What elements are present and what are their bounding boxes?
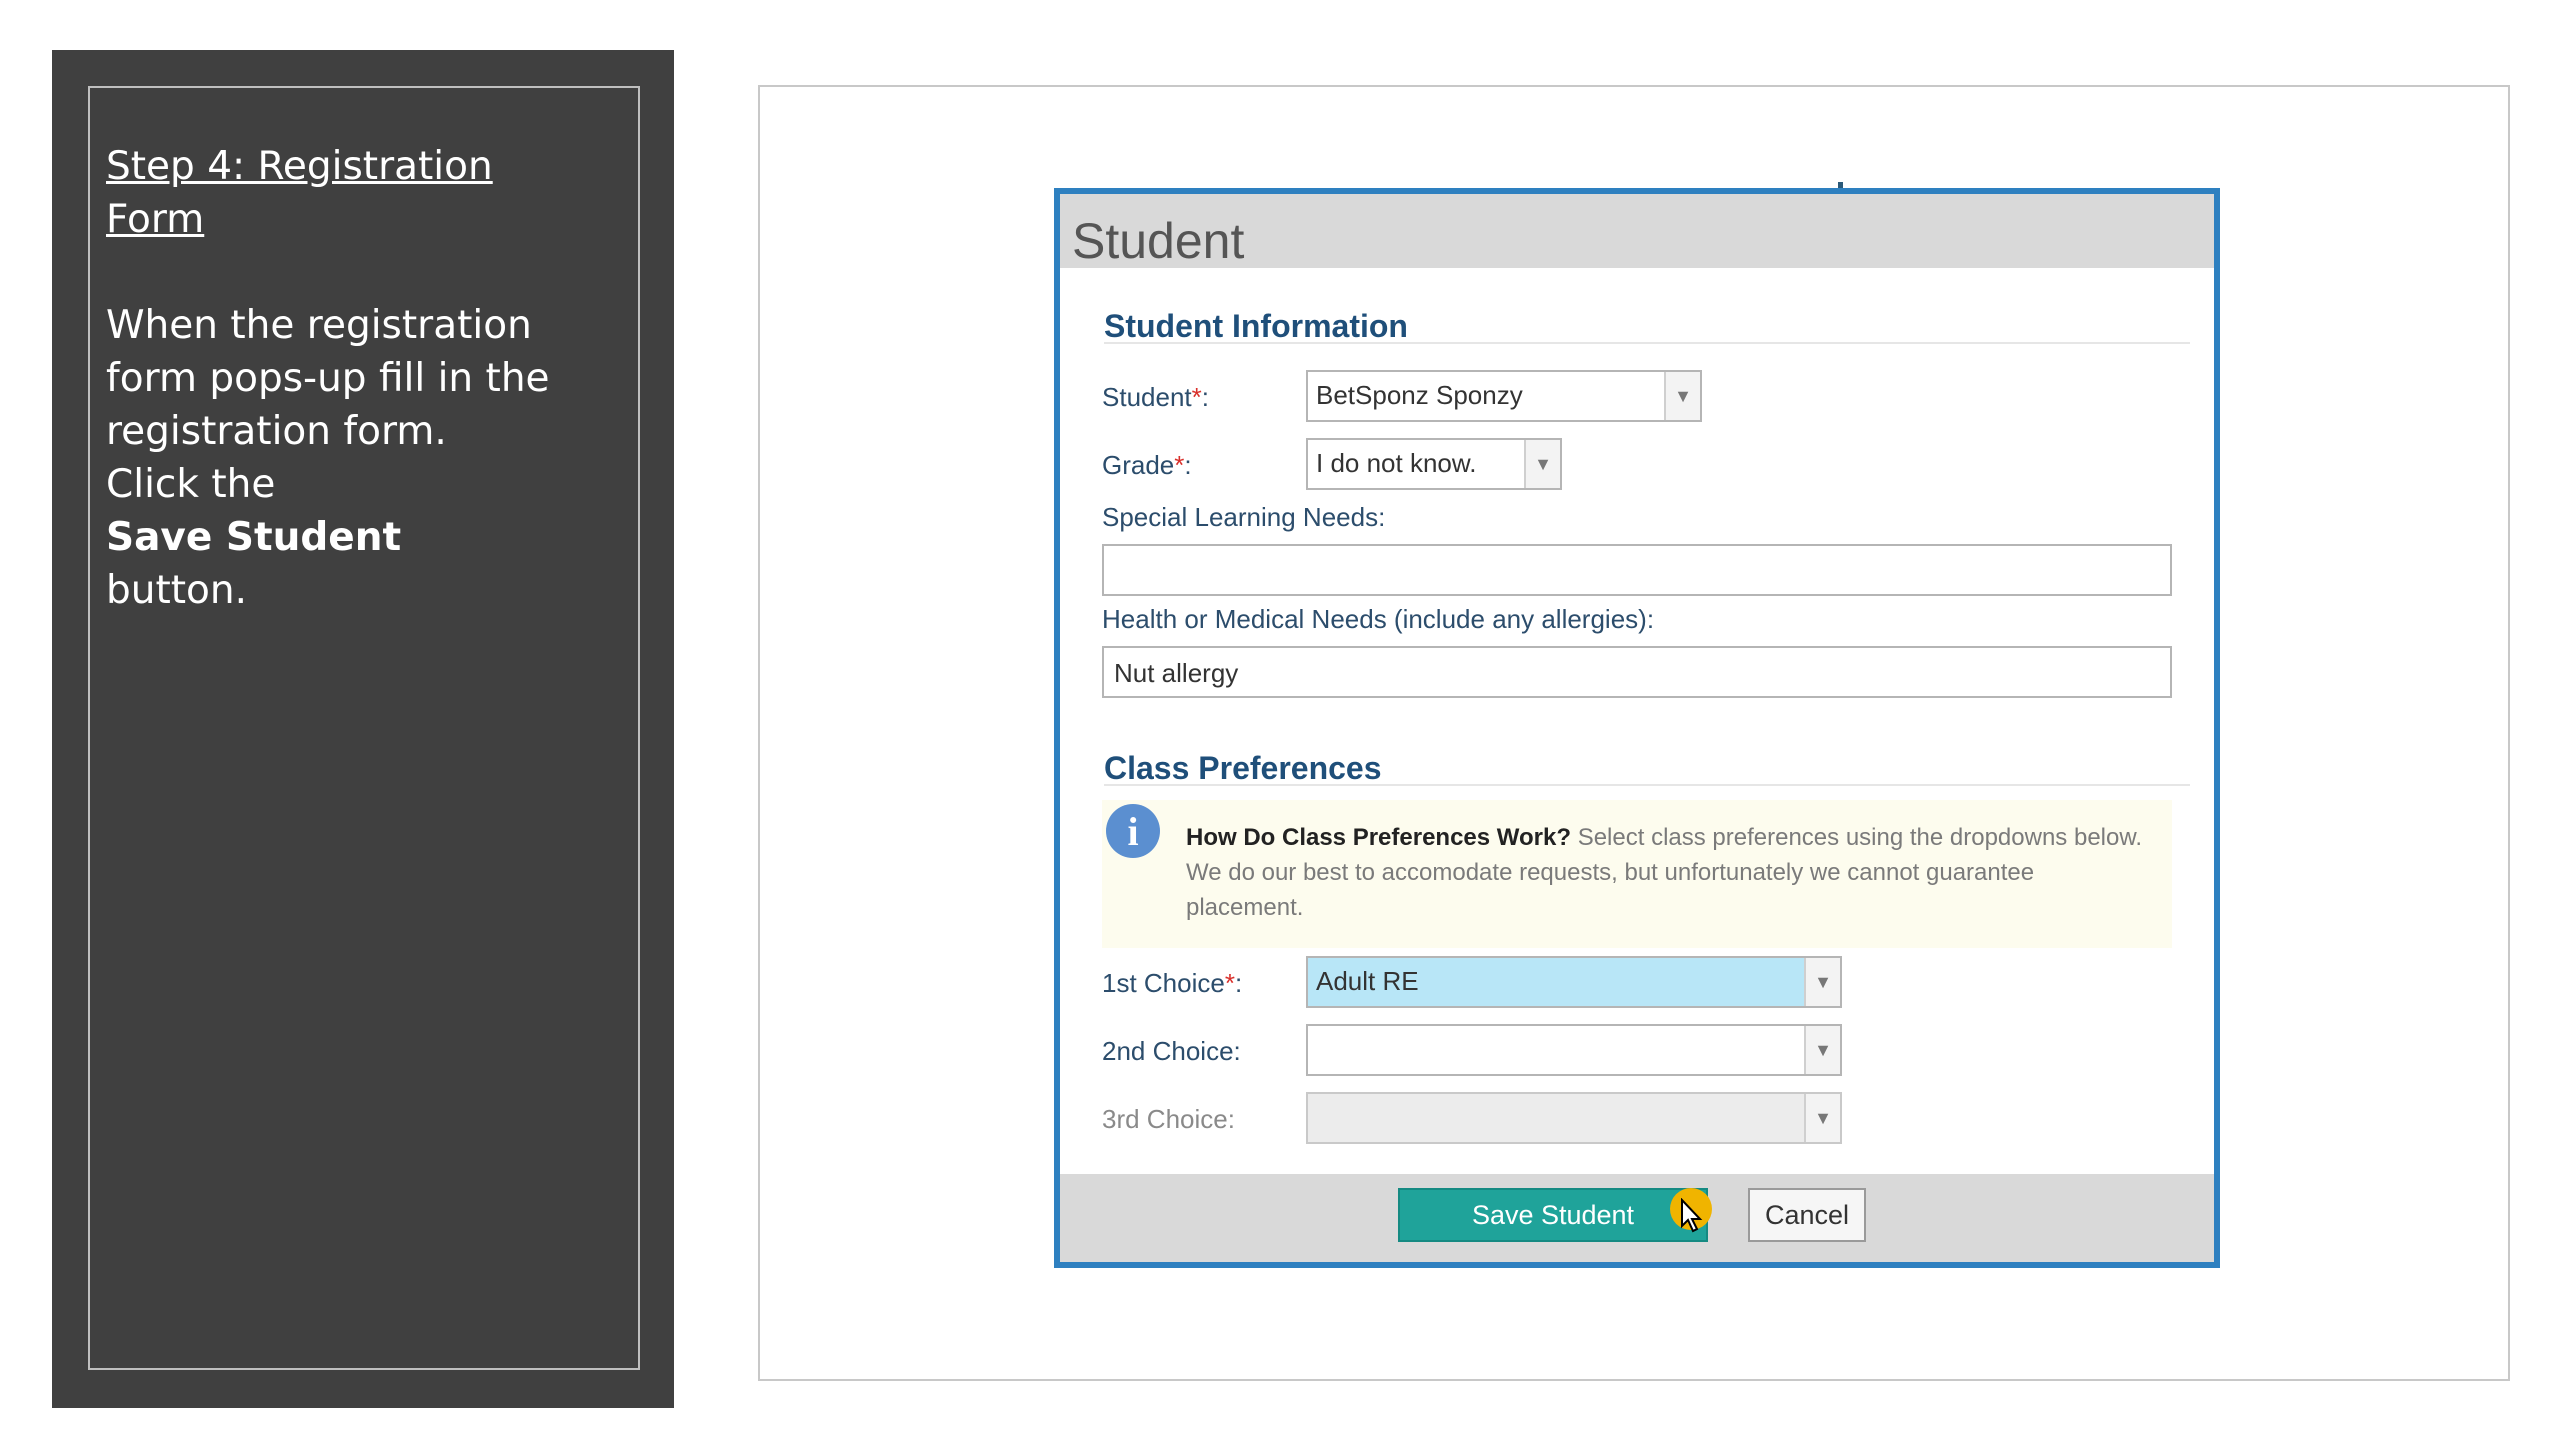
instruction-text: Step 4: Registration Form When the regis… xyxy=(106,140,576,617)
third-choice-select[interactable]: ▼ xyxy=(1306,1092,1842,1144)
class-preferences-info: i How Do Class Preferences Work? Select … xyxy=(1102,800,2172,948)
label-colon: : xyxy=(1234,968,1243,998)
student-select-value: BetSponz Sponzy xyxy=(1316,380,1523,410)
first-choice-label-text: 1st Choice xyxy=(1102,968,1225,998)
special-needs-label: Special Learning Needs: xyxy=(1102,502,1386,532)
chevron-down-icon[interactable]: ▼ xyxy=(1804,1094,1840,1142)
chevron-down-icon[interactable]: ▼ xyxy=(1804,1026,1840,1074)
instruction-bold-text: Save Student xyxy=(106,515,402,560)
grade-label-text: Grade xyxy=(1102,450,1175,480)
first-choice-label: 1st Choice*: xyxy=(1102,968,1242,999)
student-label: Student*: xyxy=(1102,382,1209,413)
third-choice-label: 3rd Choice: xyxy=(1102,1104,1235,1134)
step-title-line2: Form xyxy=(106,197,205,242)
health-needs-label: Health or Medical Needs (include any all… xyxy=(1102,604,1655,634)
instruction-line: When the registration xyxy=(106,303,532,348)
health-needs-input[interactable]: Nut allergy xyxy=(1102,646,2172,698)
chevron-down-icon[interactable]: ▼ xyxy=(1524,440,1560,488)
required-mark: * xyxy=(1174,450,1185,480)
first-choice-value: Adult RE xyxy=(1316,966,1419,996)
label-colon: : xyxy=(1201,382,1209,412)
dialog-header: Student xyxy=(1060,194,2214,269)
required-mark: * xyxy=(1224,968,1235,998)
instruction-line: button. xyxy=(106,568,248,613)
dialog-footer: Save Student Cancel xyxy=(1060,1174,2214,1262)
student-information-heading: Student Information xyxy=(1104,308,1408,344)
grade-select-value: I do not know. xyxy=(1316,448,1477,478)
first-choice-select[interactable]: Adult RE ▼ xyxy=(1306,956,1842,1008)
save-student-button[interactable]: Save Student xyxy=(1398,1188,1708,1242)
class-preferences-heading: Class Preferences xyxy=(1104,750,1382,786)
step-title-line1: Step 4: Registration xyxy=(106,144,493,189)
grade-label: Grade*: xyxy=(1102,450,1192,481)
instruction-line: Click the xyxy=(106,462,276,507)
student-label-text: Student xyxy=(1102,382,1192,412)
instruction-line: form pops-up fill in the xyxy=(106,356,550,401)
chevron-down-icon[interactable]: ▼ xyxy=(1664,372,1700,420)
dialog-title: Student xyxy=(1072,213,1245,269)
info-text: How Do Class Preferences Work? Select cl… xyxy=(1186,820,2146,925)
student-dialog: Student Student Information Student*: Be… xyxy=(1054,188,2220,1268)
health-needs-value: Nut allergy xyxy=(1114,658,1239,688)
section-divider xyxy=(1104,342,2190,344)
section-divider xyxy=(1104,784,2190,786)
required-mark: * xyxy=(1191,382,1202,412)
step-title: Step 4: Registration Form xyxy=(106,140,576,246)
chevron-down-icon[interactable]: ▼ xyxy=(1804,958,1840,1006)
instruction-paragraph: When the registration form pops-up fill … xyxy=(106,299,576,617)
special-needs-input[interactable] xyxy=(1102,544,2172,596)
cursor-icon xyxy=(1681,1198,1703,1233)
info-title: How Do Class Preferences Work? xyxy=(1186,824,1572,851)
second-choice-label: 2nd Choice: xyxy=(1102,1036,1241,1066)
instruction-line: registration form. xyxy=(106,409,447,454)
cancel-button[interactable]: Cancel xyxy=(1748,1188,1866,1242)
instruction-panel: Step 4: Registration Form When the regis… xyxy=(52,50,674,1408)
second-choice-select[interactable]: ▼ xyxy=(1306,1024,1842,1076)
label-colon: : xyxy=(1184,450,1192,480)
student-select[interactable]: BetSponz Sponzy ▼ xyxy=(1306,370,1702,422)
grade-select[interactable]: I do not know. ▼ xyxy=(1306,438,1562,490)
info-icon: i xyxy=(1106,804,1160,858)
